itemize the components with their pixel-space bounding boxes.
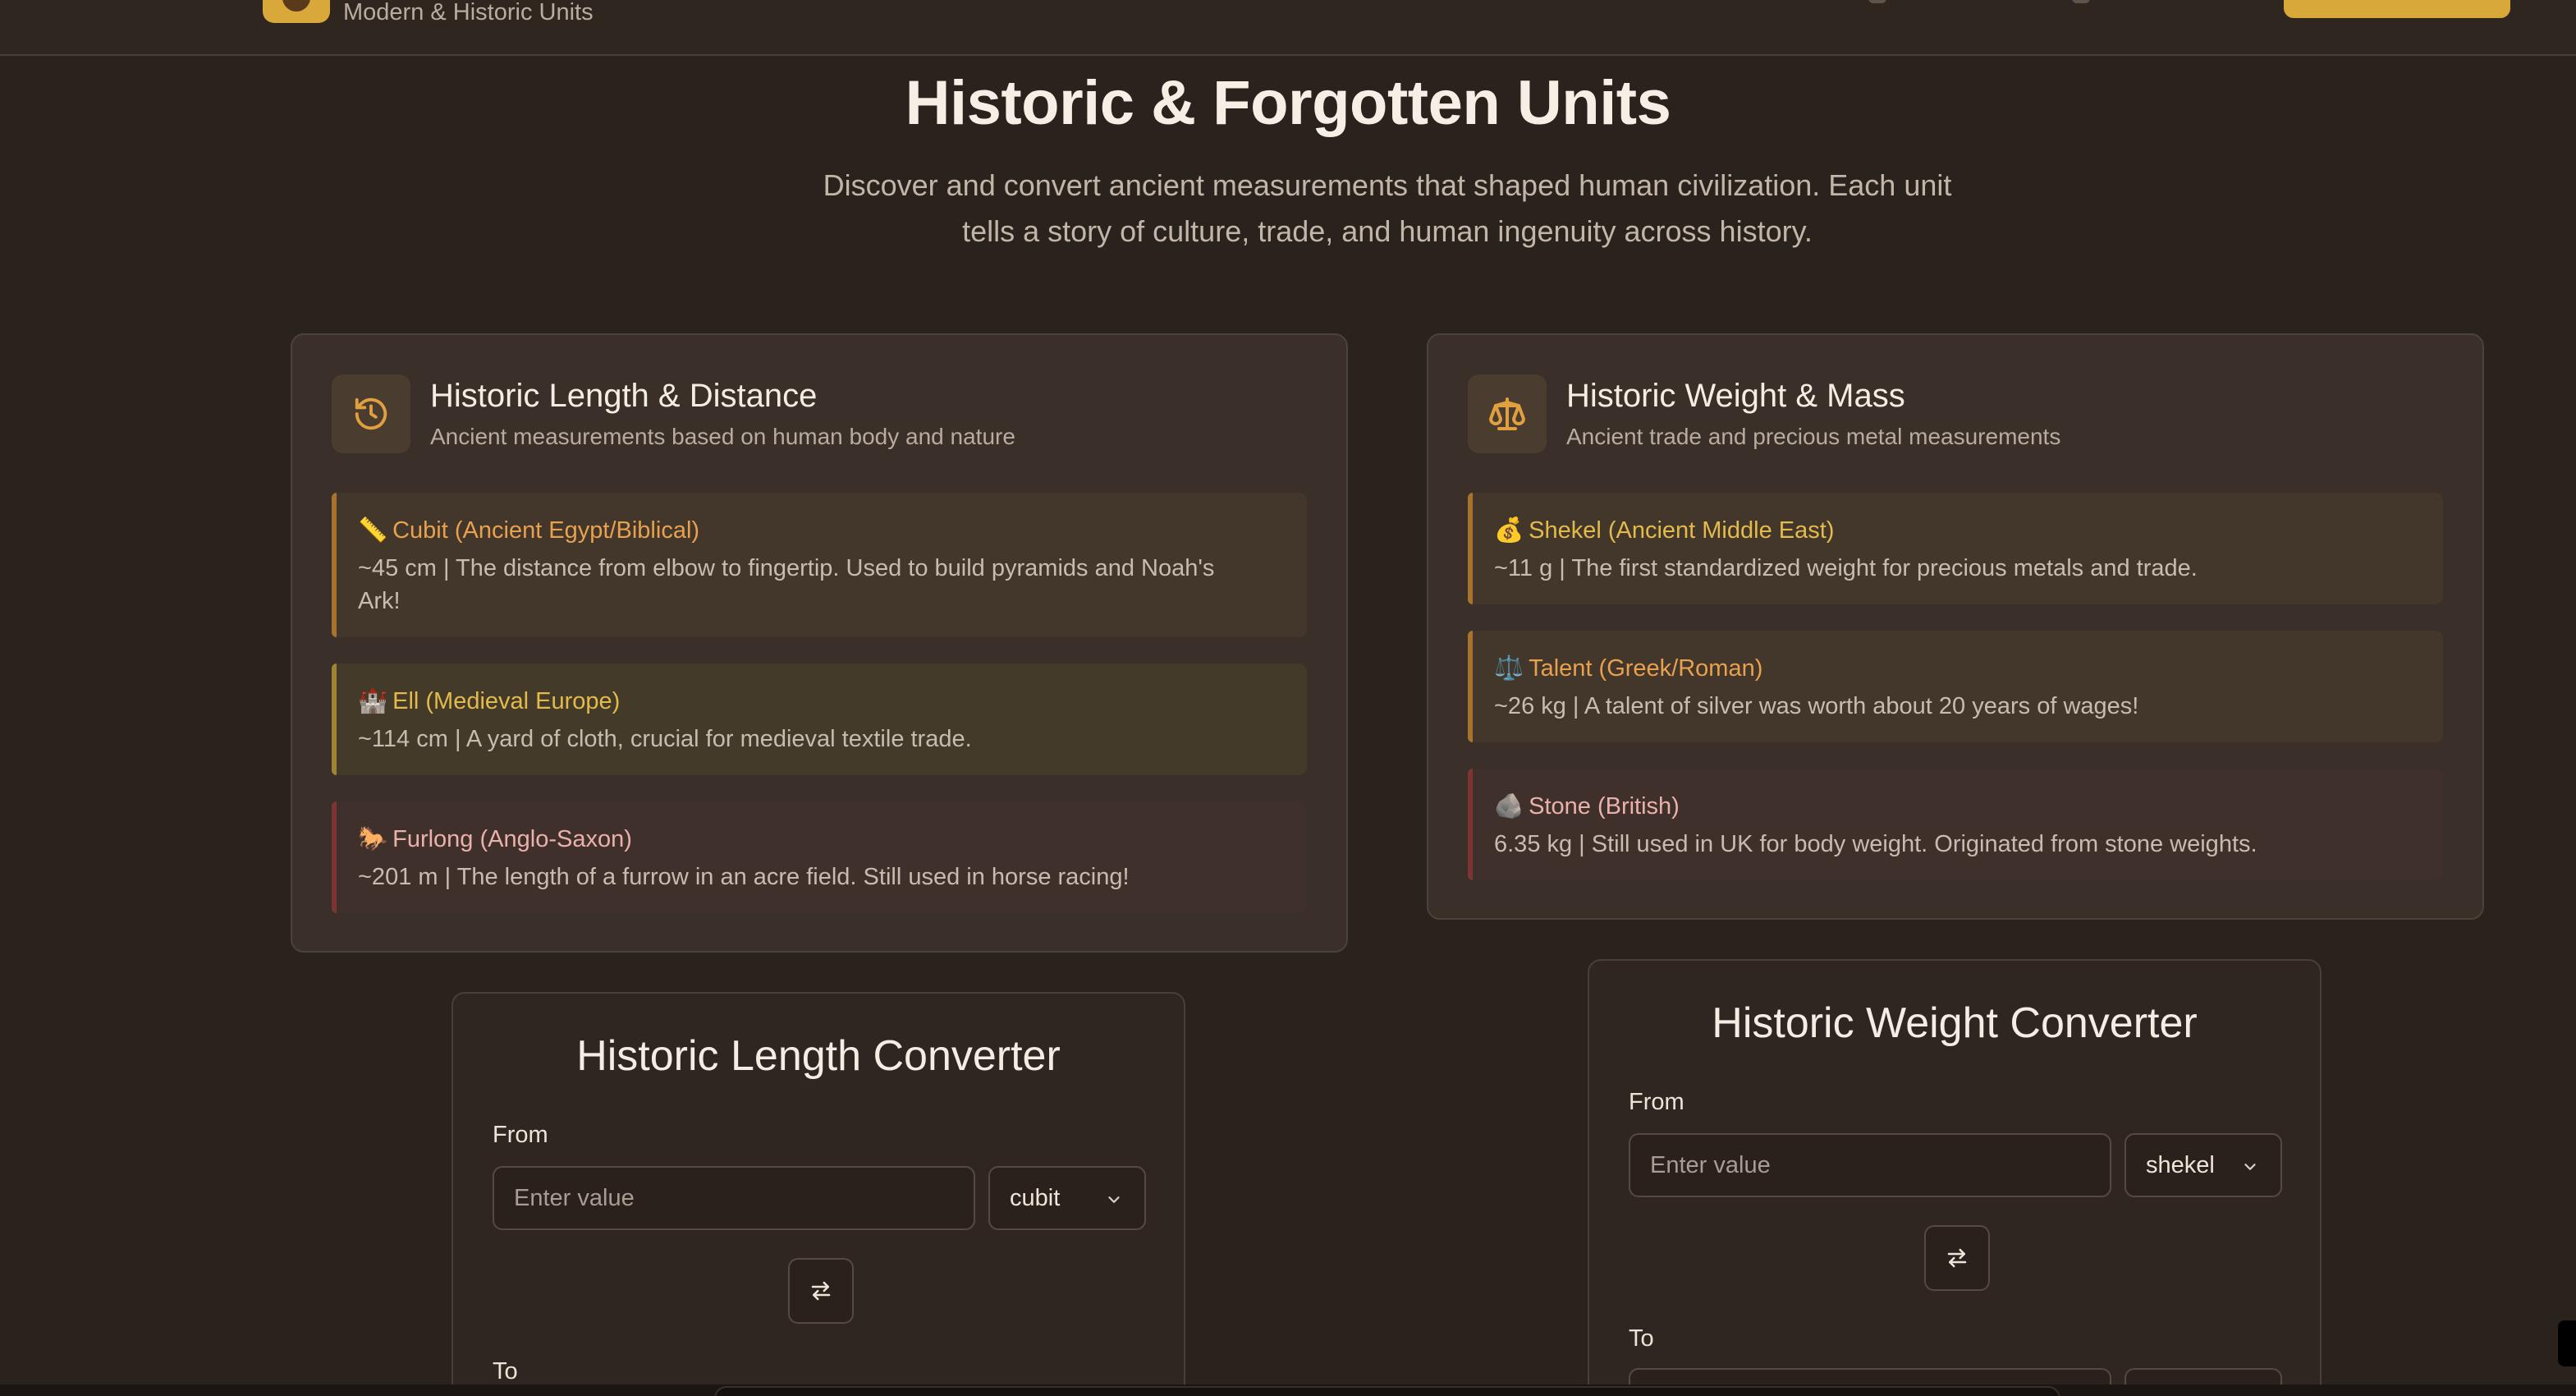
swap-units-button[interactable] [788, 1258, 854, 1324]
balance-icon: ⚖️ [1494, 655, 1524, 682]
historic-length-card: Historic Length & Distance Ancient measu… [291, 333, 1348, 953]
unit-description-line: ~45 cm | The distance from elbow to fing… [358, 555, 1215, 581]
from-unit-select[interactable]: cubit [988, 1166, 1146, 1230]
unit-title: 📏 Cubit (Ancient Egypt/Biblical) [358, 514, 1282, 547]
money-bag-icon: 💰 [1494, 517, 1524, 544]
to-label: To [493, 1358, 518, 1385]
castle-icon: 🏰 [358, 688, 388, 714]
header-cta-button[interactable] [2284, 0, 2510, 18]
page-subtitle: Discover and convert ancient measurement… [772, 163, 2003, 255]
card-description: Ancient trade and precious metal measure… [1566, 424, 2061, 449]
unit-description: ~11 g | The first standardized weight fo… [1494, 555, 2198, 581]
page: Modern & Historic Units Historic & Forgo… [0, 0, 2576, 1396]
from-label: From [493, 1122, 548, 1148]
rock-icon: 🪨 [1494, 793, 1524, 820]
unit-name: Talent (Greek/Roman) [1529, 655, 1763, 682]
unit-name: Furlong (Anglo-Saxon) [392, 826, 632, 852]
selected-unit: cubit [1010, 1185, 1061, 1211]
selected-unit: shekel [2146, 1152, 2215, 1178]
card-title: Historic Length & Distance [430, 378, 818, 414]
brand-subtitle: Modern & Historic Units [343, 0, 594, 25]
unit-item-shekel: 💰 Shekel (Ancient Middle East) ~11 g | Th… [1468, 493, 2443, 604]
unit-name: Shekel (Ancient Middle East) [1529, 517, 1835, 544]
logo-mark-icon [282, 0, 310, 11]
from-label: From [1629, 1089, 1684, 1115]
from-value-input[interactable] [1629, 1133, 2111, 1197]
unit-item-talent: ⚖️ Talent (Greek/Roman) ~26 kg | A talent… [1468, 631, 2443, 742]
unit-description: 6.35 kg | Still used in UK for body weig… [1494, 831, 2257, 857]
historic-weight-converter: Historic Weight Converter From shekel To [1588, 959, 2322, 1396]
unit-description: ~201 m | The length of a furrow in an ac… [358, 864, 1130, 890]
converter-title: Historic Length Converter [576, 1032, 1061, 1080]
unit-item-cubit: 📏 Cubit (Ancient Egypt/Biblical) ~45 cm |… [332, 493, 1307, 637]
unit-title: 🐎 Furlong (Anglo-Saxon) [358, 823, 1282, 856]
unit-item-ell: 🏰 Ell (Medieval Europe) ~114 cm | A yard … [332, 664, 1307, 775]
converter-title: Historic Weight Converter [1712, 999, 2198, 1047]
swap-units-button[interactable] [1924, 1225, 1990, 1291]
swap-arrows-icon [811, 1281, 831, 1301]
chevron-down-icon [1108, 1196, 1120, 1203]
nav-icon[interactable] [1868, 0, 1886, 3]
bottom-toolbar[interactable] [714, 1386, 2060, 1396]
horse-icon: 🐎 [358, 826, 388, 852]
side-tab[interactable] [2558, 1320, 2576, 1366]
unit-description: ~26 kg | A talent of silver was worth ab… [1494, 693, 2139, 719]
unit-title: ⚖️ Talent (Greek/Roman) [1494, 652, 2418, 685]
card-title: Historic Weight & Mass [1566, 378, 1905, 414]
from-unit-select[interactable]: shekel [2125, 1133, 2282, 1197]
unit-name: Stone (British) [1529, 793, 1680, 820]
from-value-input[interactable] [493, 1166, 975, 1230]
unit-title: 🏰 Ell (Medieval Europe) [358, 685, 1282, 718]
unit-description-line: Ark! [358, 588, 401, 614]
unit-description: ~45 cm | The distance from elbow to fing… [358, 552, 1282, 618]
history-icon [332, 374, 410, 453]
unit-title: 🪨 Stone (British) [1494, 790, 2418, 823]
unit-name: Ell (Medieval Europe) [392, 688, 621, 714]
app-logo[interactable] [263, 0, 330, 23]
card-description: Ancient measurements based on human body… [430, 424, 1015, 449]
unit-description: ~114 cm | A yard of cloth, crucial for m… [358, 726, 972, 752]
nav-icon[interactable] [2072, 0, 2090, 3]
historic-weight-card: Historic Weight & Mass Ancient trade and… [1427, 333, 2484, 920]
page-subtitle-line: Discover and convert ancient measurement… [823, 168, 1952, 202]
unit-name: Cubit (Ancient Egypt/Biblical) [392, 517, 700, 544]
page-subtitle-line: tells a story of culture, trade, and hum… [962, 214, 1813, 248]
unit-title: 💰 Shekel (Ancient Middle East) [1494, 514, 2418, 547]
unit-item-stone: 🪨 Stone (British) 6.35 kg | Still used in… [1468, 769, 2443, 880]
to-label: To [1629, 1325, 1654, 1352]
chevron-down-icon [2244, 1164, 2256, 1170]
scale-icon [1468, 374, 1547, 453]
swap-arrows-icon [1947, 1248, 1967, 1268]
ruler-icon: 📏 [358, 517, 388, 544]
top-header: Modern & Historic Units [0, 0, 2576, 56]
historic-length-converter: Historic Length Converter From cubit To [451, 992, 1185, 1396]
unit-item-furlong: 🐎 Furlong (Anglo-Saxon) ~201 m | The leng… [332, 801, 1307, 913]
page-title: Historic & Forgotten Units [905, 68, 1671, 138]
